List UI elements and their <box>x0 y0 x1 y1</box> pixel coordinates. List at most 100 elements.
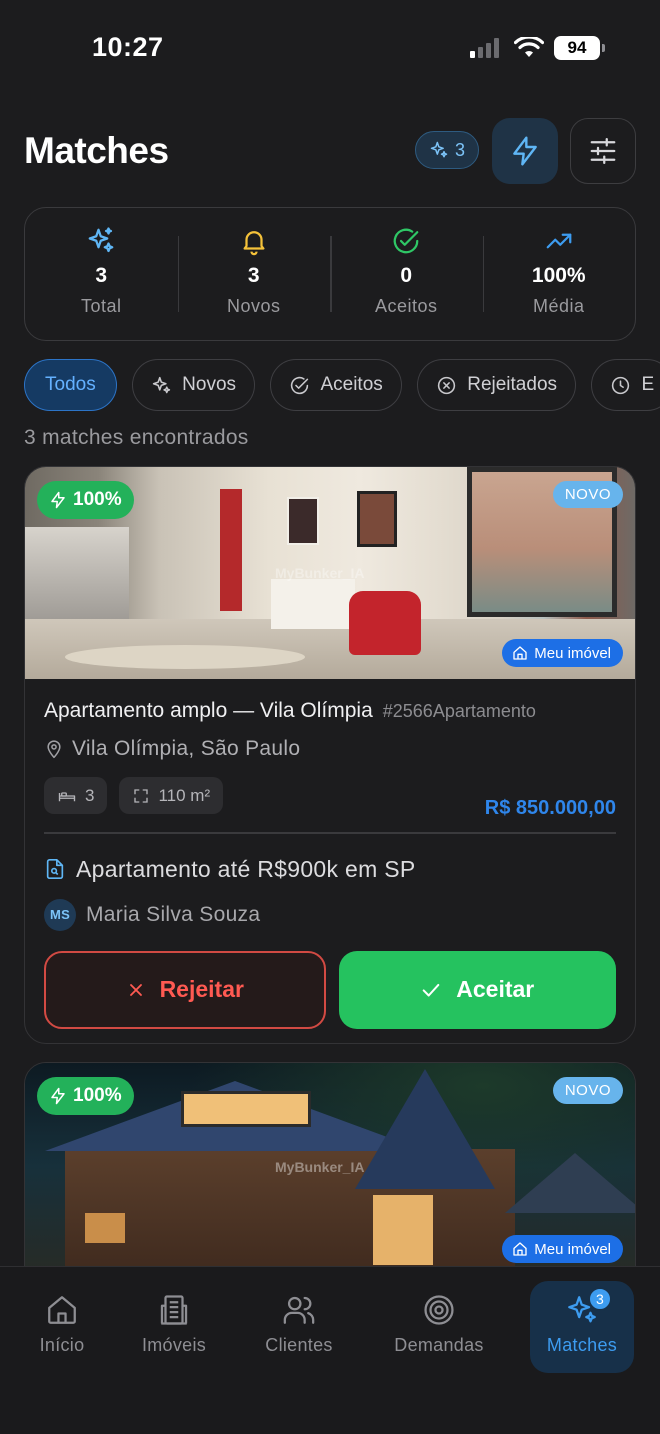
property-photo[interactable]: MyBunker_IA 100% NOVO Meu imóvel <box>25 467 635 679</box>
new-badge: NOVO <box>552 1077 623 1104</box>
my-property-label: Meu imóvel <box>534 644 611 662</box>
property-title-row: Apartamento amplo — Vila Olímpia #2566Ap… <box>44 699 616 723</box>
match-score-badge: 100% <box>37 481 134 519</box>
results-count: 3 matches encontrados <box>24 426 249 449</box>
stat-value: 100% <box>531 264 586 287</box>
users-icon <box>282 1293 316 1327</box>
match-score: 100% <box>73 1085 122 1106</box>
clock-icon <box>610 375 631 396</box>
tab-properties[interactable]: Imóveis <box>119 1281 229 1373</box>
stat-accepted: 0 Aceitos <box>330 208 483 340</box>
filter-chip-expired[interactable]: E <box>591 359 660 411</box>
tab-label: Clientes <box>265 1335 333 1355</box>
page-header: Matches 3 <box>24 118 636 184</box>
bottom-tab-bar: Início Imóveis Clientes Demandas 3 Match… <box>0 1266 660 1434</box>
client-avatar: MS <box>44 898 76 931</box>
filter-chip-accepted[interactable]: Aceitos <box>270 359 402 411</box>
photo-watermark: MyBunker_IA <box>275 1159 365 1175</box>
close-icon <box>126 980 146 1000</box>
stat-value: 3 <box>247 264 260 287</box>
home-icon <box>512 1241 528 1257</box>
match-card[interactable]: MyBunker_IA 100% NOVO Meu imóvel <box>24 1062 636 1292</box>
bell-icon <box>239 226 269 256</box>
filter-chip-rejected[interactable]: Rejeitados <box>417 359 577 411</box>
lightning-icon <box>49 491 67 509</box>
status-bar: 10:27 94 <box>0 0 660 96</box>
match-card[interactable]: MyBunker_IA 100% NOVO Meu imóvel Apartam… <box>24 466 636 1044</box>
stat-label: Aceitos <box>374 296 438 316</box>
filter-chips: Todos Novos Aceitos Rejeitados E <box>24 359 660 411</box>
accept-button[interactable]: Aceitar <box>338 950 616 1029</box>
building-icon <box>157 1293 191 1327</box>
stat-label: Total <box>80 296 122 316</box>
reject-label: Rejeitar <box>159 976 244 1002</box>
chip-label: Rejeitados <box>467 374 558 395</box>
match-score-badge: 100% <box>37 1077 134 1115</box>
status-icons: 94 <box>470 36 605 60</box>
match-card-body: Apartamento amplo — Vila Olímpia #2566Ap… <box>25 679 635 1029</box>
sliders-icon <box>588 136 618 166</box>
tab-label: Imóveis <box>141 1335 207 1355</box>
check-circle-icon <box>391 226 421 256</box>
match-score: 100% <box>73 489 122 510</box>
check-icon <box>420 979 442 1001</box>
home-icon <box>45 1293 79 1327</box>
my-property-label: Meu imóvel <box>534 1240 611 1258</box>
match-actions: Rejeitar Aceitar <box>44 950 616 1029</box>
stat-label: Novos <box>226 296 281 316</box>
sparkles-icon <box>86 226 116 256</box>
chip-label: Novos <box>182 374 237 395</box>
property-location-text: Vila Olímpia, São Paulo <box>72 737 301 760</box>
tab-home[interactable]: Início <box>7 1281 117 1373</box>
client-name: Maria Silva Souza <box>86 902 261 926</box>
tab-demands[interactable]: Demandas <box>384 1281 494 1373</box>
stat-new: 3 Novos <box>177 208 331 340</box>
chip-label: E <box>641 374 655 395</box>
generate-matches-button[interactable] <box>492 118 558 184</box>
check-circle-icon <box>289 375 310 396</box>
area-value: 110 m² <box>158 785 211 805</box>
tab-label: Demandas <box>394 1335 484 1355</box>
property-title[interactable]: Apartamento amplo — Vila Olímpia <box>44 699 373 723</box>
page-title: Matches <box>24 130 169 171</box>
new-badge: NOVO <box>552 481 623 508</box>
map-pin-icon <box>44 738 64 760</box>
stat-label: Média <box>532 296 585 316</box>
demand-title: Apartamento até R$900k em SP <box>76 855 416 882</box>
signal-icon <box>470 37 504 59</box>
tab-label: Início <box>39 1335 85 1355</box>
filter-chip-all[interactable]: Todos <box>24 359 117 411</box>
wifi-icon <box>514 37 544 59</box>
tab-matches[interactable]: 3 Matches <box>530 1281 634 1373</box>
stat-average: 100% Média <box>482 208 636 340</box>
stat-value: 3 <box>95 264 108 287</box>
ai-chip-count: 3 <box>454 139 465 160</box>
demand-row[interactable]: Apartamento até R$900k em SP <box>44 856 616 883</box>
property-code: #2566Apartamento <box>382 701 536 721</box>
trending-up-icon <box>544 226 574 256</box>
maximize-icon <box>132 787 150 805</box>
sparkles-icon <box>151 375 172 396</box>
chip-label: Todos <box>45 374 96 395</box>
my-property-badge: Meu imóvel <box>502 639 623 667</box>
lightning-icon <box>509 135 541 167</box>
chip-label: Aceitos <box>320 374 383 395</box>
x-circle-icon <box>436 375 457 396</box>
tab-clients[interactable]: Clientes <box>244 1281 354 1373</box>
reject-button[interactable]: Rejeitar <box>44 950 326 1029</box>
bedrooms-count: 3 <box>85 785 95 805</box>
property-price: R$ 850.000,00 <box>484 797 616 819</box>
stat-value: 0 <box>400 264 413 287</box>
filter-settings-button[interactable] <box>570 118 636 184</box>
battery-indicator: 94 <box>554 36 605 60</box>
property-photo[interactable]: MyBunker_IA 100% NOVO Meu imóvel <box>25 1063 635 1291</box>
bed-icon <box>57 787 77 805</box>
lightning-icon <box>49 1087 67 1105</box>
home-icon <box>512 645 528 661</box>
ai-matches-chip[interactable]: 3 <box>415 131 479 169</box>
stats-panel: 3 Total 3 Novos 0 Aceitos 100% Média <box>24 207 636 341</box>
filter-chip-new[interactable]: Novos <box>132 359 256 411</box>
my-property-badge: Meu imóvel <box>502 1235 623 1263</box>
client-row[interactable]: MS Maria Silva Souza <box>44 898 616 931</box>
file-search-icon <box>44 857 66 881</box>
